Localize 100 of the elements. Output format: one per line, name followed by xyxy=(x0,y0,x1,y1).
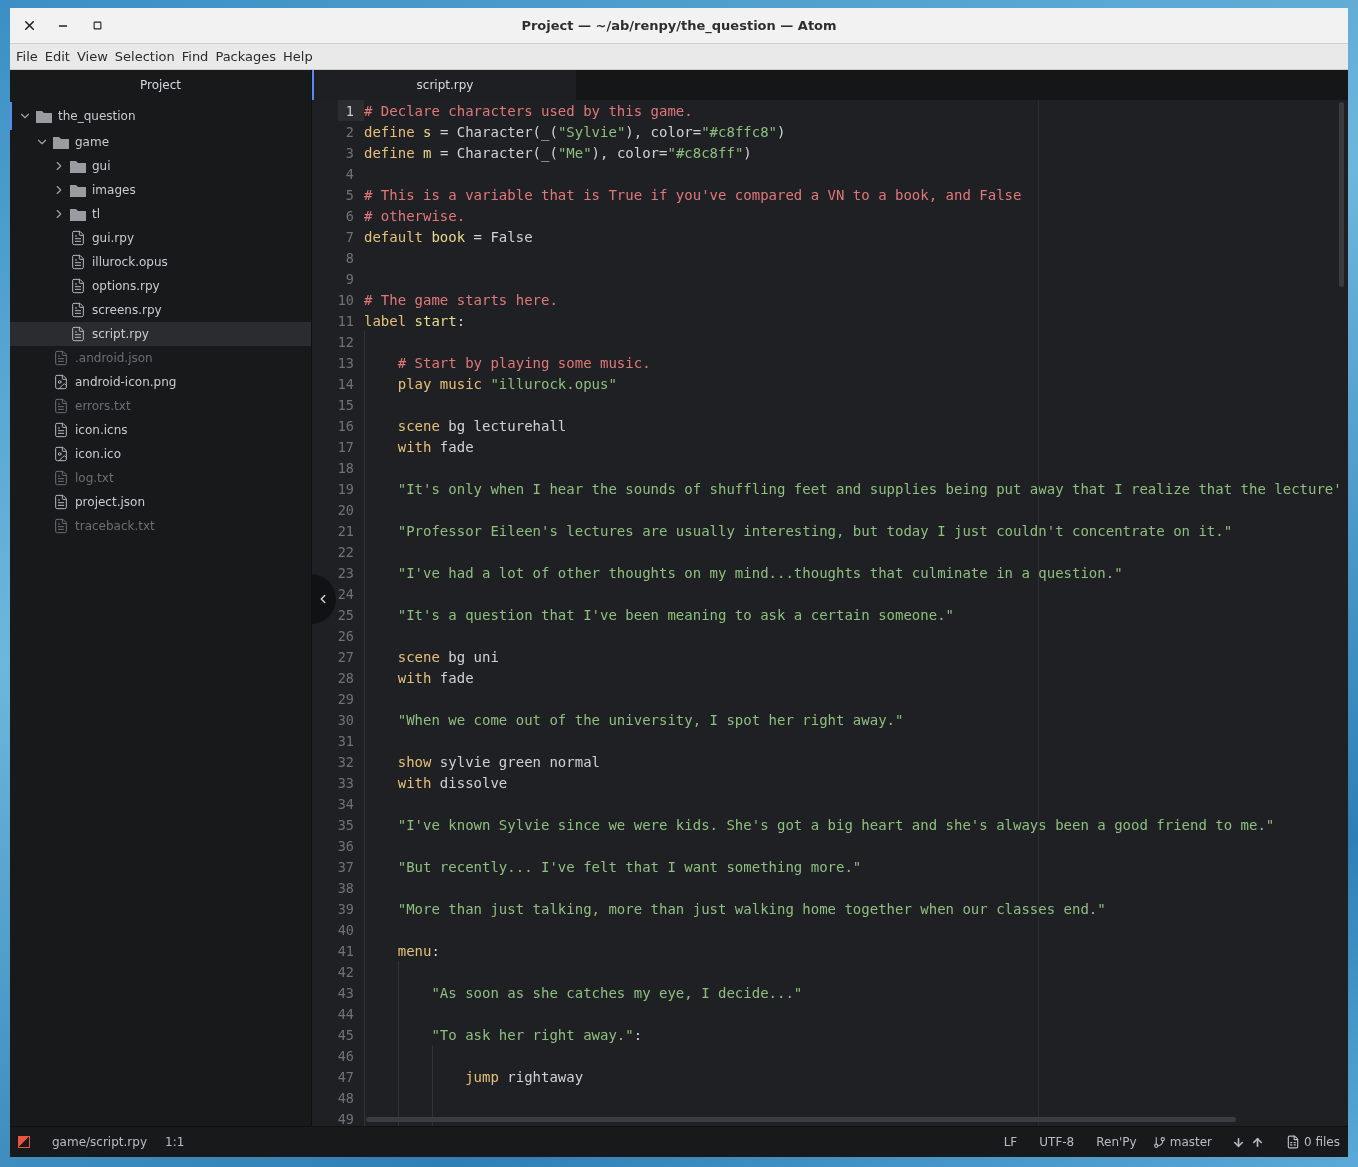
tree-item-label: traceback.txt xyxy=(75,519,155,533)
tree-row[interactable]: icon.icns xyxy=(10,418,311,442)
menu-item[interactable]: View xyxy=(72,46,112,67)
line-number: 9 xyxy=(344,269,355,289)
menu-item[interactable]: Selection xyxy=(110,46,179,67)
line-number: 4 xyxy=(344,164,355,184)
tree-row[interactable]: gui.rpy xyxy=(10,226,311,250)
line-ending[interactable]: LF xyxy=(1003,1135,1018,1149)
file-icon xyxy=(53,494,69,510)
menu-item[interactable]: Find xyxy=(177,46,213,67)
folder-icon xyxy=(70,207,86,221)
menu-item[interactable]: File xyxy=(12,46,42,67)
line-number: 22 xyxy=(338,542,355,562)
code-keyword: with xyxy=(396,774,432,791)
menu-item[interactable]: Edit xyxy=(40,46,74,67)
code-comment: # This is a variable that is True if you've compared a VN to a book, and False xyxy=(364,186,1022,203)
code-plain: = Character(_( xyxy=(438,144,558,161)
line-number: 44 xyxy=(338,1004,355,1024)
code-keyword: define xyxy=(364,123,416,140)
line-number: 5 xyxy=(344,185,355,205)
folder-icon xyxy=(70,183,86,197)
code-plain: ), color= xyxy=(625,123,702,140)
tree-row[interactable]: log.txt xyxy=(10,466,311,490)
file-icon xyxy=(53,470,69,486)
line-number: 8 xyxy=(344,248,355,268)
modified-status-icon xyxy=(18,1136,30,1148)
line-number: 18 xyxy=(338,458,355,478)
arrow-down-icon[interactable] xyxy=(1232,1135,1245,1149)
line-number: 41 xyxy=(338,941,355,961)
tree-row[interactable]: traceback.txt xyxy=(10,514,311,538)
tree-row[interactable]: .android.json xyxy=(10,346,311,370)
line-number: 31 xyxy=(338,731,355,751)
folder-tree-row[interactable]: images xyxy=(10,178,311,202)
horizontal-scrollbar[interactable] xyxy=(366,1117,1236,1122)
menu-item[interactable]: Packages xyxy=(211,46,281,67)
line-number: 10 xyxy=(338,290,355,310)
tree-item-label: images xyxy=(92,183,136,197)
window-title: Project — ~/ab/renpy/the_question — Atom xyxy=(521,18,837,33)
line-number: 3 xyxy=(344,143,355,163)
menu-item[interactable]: Help xyxy=(279,46,317,67)
code-plain: ), color= xyxy=(591,144,668,161)
file-icon xyxy=(70,326,86,342)
file-path[interactable]: game/script.rpy xyxy=(52,1135,147,1149)
file-icon xyxy=(70,254,86,270)
code-keyword: scene xyxy=(396,648,440,665)
line-number: 21 xyxy=(338,521,355,541)
tree-row[interactable]: screens.rpy xyxy=(10,298,311,322)
tree-item-label: android-icon.png xyxy=(75,375,177,389)
tree-row[interactable]: options.rpy xyxy=(10,274,311,298)
line-number: 24 xyxy=(338,584,355,604)
file-icon xyxy=(70,302,86,318)
tree-row[interactable]: android-icon.png xyxy=(10,370,311,394)
changed-files[interactable]: 0 files xyxy=(1286,1135,1340,1149)
code-comment: # The game starts here. xyxy=(364,291,558,308)
line-number: 39 xyxy=(338,899,355,919)
line-number: 35 xyxy=(338,815,355,835)
line-number: 25 xyxy=(338,605,355,625)
maximize-icon xyxy=(92,21,102,30)
folder-tree-row[interactable]: tl xyxy=(10,202,311,226)
line-number: 36 xyxy=(338,836,355,856)
code-string: "It's a question that I've been meaning to ask a certain someone." xyxy=(396,606,954,623)
code-string: "It's only when I hear the sounds of shuffling feet and supplies being put away that I realize that the lecture' xyxy=(396,480,1342,497)
line-number: 15 xyxy=(338,395,355,415)
code-string: "#c8c8ff" xyxy=(667,144,744,161)
line-number: 20 xyxy=(338,500,355,520)
folder-icon xyxy=(36,109,52,123)
tree-row[interactable]: illurock.opus xyxy=(10,250,311,274)
tree-item-label: options.rpy xyxy=(92,279,160,293)
code-plain: ) xyxy=(743,144,752,161)
tree-row[interactable]: errors.txt xyxy=(10,394,311,418)
vertical-scrollbar[interactable] xyxy=(1339,102,1344,287)
code-keyword: scene xyxy=(396,417,440,434)
grammar-selector[interactable]: Ren'Py xyxy=(1096,1135,1137,1149)
tree-item-label: tl xyxy=(92,207,101,221)
folder-tree-row[interactable]: game xyxy=(10,130,311,154)
code-name: start xyxy=(414,312,457,329)
file-encoding[interactable]: UTF-8 xyxy=(1039,1135,1075,1149)
line-number: 19 xyxy=(338,479,355,499)
folder-tree-row[interactable]: gui xyxy=(10,154,311,178)
arrow-up-icon[interactable] xyxy=(1251,1135,1264,1149)
code-name: book xyxy=(431,228,466,245)
tree-row[interactable]: script.rpy xyxy=(10,322,311,346)
tree-item-label: gui.rpy xyxy=(92,231,135,245)
code-string: "When we come out of the university, I spot her right away." xyxy=(396,711,904,728)
line-number: 29 xyxy=(338,689,355,709)
code-plain: : xyxy=(456,312,466,329)
editor-tab[interactable]: script.rpy xyxy=(312,70,576,100)
line-number: 12 xyxy=(338,332,355,352)
cursor-position[interactable]: 1:1 xyxy=(165,1135,185,1149)
folder-icon xyxy=(70,159,86,173)
line-number: 26 xyxy=(338,626,355,646)
line-number: 28 xyxy=(338,668,355,688)
line-number: 17 xyxy=(338,437,355,457)
code-keyword: with xyxy=(396,669,432,686)
code-string: "As soon as she catches my eye, I decide..." xyxy=(430,984,803,1001)
git-branch[interactable]: master xyxy=(1152,1135,1212,1149)
tree-row[interactable]: project.json xyxy=(10,490,311,514)
code-keyword: jump xyxy=(464,1068,499,1085)
tree-item-label: gui xyxy=(92,159,111,173)
tree-row[interactable]: icon.ico xyxy=(10,442,311,466)
